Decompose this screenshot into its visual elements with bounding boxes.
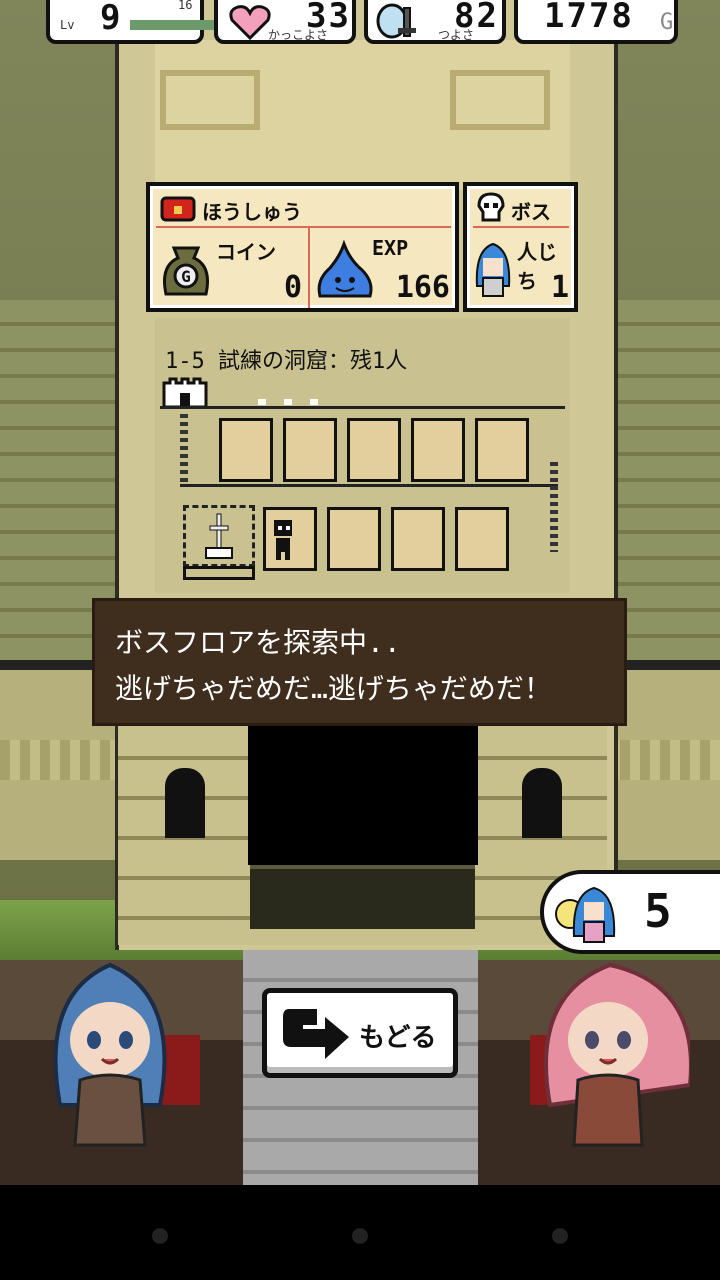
tower-doorway: [248, 725, 478, 865]
back-button[interactable]: もどる: [262, 988, 458, 1078]
level-next: 16: [178, 0, 193, 12]
coin-bag-icon: G: [163, 246, 209, 296]
svg-text:G: G: [181, 267, 191, 286]
meander-ornament-left: [160, 70, 260, 130]
map-middle-line: [180, 484, 558, 487]
room-cell: [411, 418, 465, 482]
level-progress-fill: [130, 20, 224, 30]
map-ladder-left: [180, 414, 188, 484]
nav-recent-icon[interactable]: [552, 1228, 568, 1244]
message-box: ボスフロアを探索中.. 逃げちゃだめだ…逃げちゃだめだ！: [92, 598, 627, 726]
boss-panel: ボス 人じち 1: [463, 182, 578, 312]
level-value: 9: [100, 0, 123, 38]
charm-box: 33 かっこよさ: [214, 0, 356, 44]
back-button-label: もどる: [359, 1023, 437, 1053]
hostage-counter: 5: [540, 870, 720, 954]
room-cell: [455, 507, 509, 571]
exp-label: EXP: [372, 236, 409, 260]
door-step: [250, 865, 475, 929]
pink-hair-girl: [530, 962, 690, 1147]
level-box: Lv 9 16: [46, 0, 240, 44]
meander-ornament-right: [450, 70, 550, 130]
u-turn-arrow-icon: [283, 1009, 349, 1059]
power-label: つよさ: [438, 28, 475, 42]
blue-slime-icon: [317, 240, 373, 298]
reward-title: ほうしゅう: [202, 200, 302, 224]
room-cleared: [183, 505, 255, 567]
path-dot: [310, 399, 318, 405]
gold-unit: G: [660, 10, 674, 35]
tower-window-right: [522, 768, 562, 838]
coin-label: コイン: [216, 240, 276, 264]
tower-window-left: [165, 768, 205, 838]
treasure-chest-icon: [160, 196, 196, 222]
gold-box: 1778 G: [514, 0, 678, 44]
room-cell: [347, 418, 401, 482]
hostage-girl-icon: [555, 886, 616, 943]
message-line-1: ボスフロアを探索中..: [115, 626, 401, 659]
nav-back-icon[interactable]: [152, 1228, 168, 1244]
tombstone-sword-icon: [205, 513, 233, 559]
room-cell: [391, 507, 445, 571]
room-cell: [283, 418, 337, 482]
map-ladder-right: [550, 462, 558, 552]
room-base: [183, 566, 255, 580]
skull-icon: [477, 192, 505, 222]
charm-label: かっこよさ: [268, 28, 329, 42]
heart-icon: [229, 5, 271, 40]
blue-hair-girl: [53, 962, 200, 1147]
nav-home-icon[interactable]: [352, 1228, 368, 1244]
message-line-2: 逃げちゃだめだ…逃げちゃだめだ！: [115, 672, 552, 705]
power-box: 82 つよさ: [364, 0, 506, 44]
boss-title: ボス: [511, 200, 551, 224]
map-top-line: [160, 406, 565, 409]
room-cell: [327, 507, 381, 571]
hostage-counter-value: 5: [644, 884, 672, 938]
room-cell: [219, 418, 273, 482]
room-cell-current: [263, 507, 317, 571]
hostage-girl-icon: [475, 242, 511, 297]
room-cell: [475, 418, 529, 482]
hero-icon: [274, 520, 292, 560]
stage-label: 1-5 試練の洞窟：残1人: [165, 349, 408, 374]
gold-value: 1778: [544, 0, 634, 36]
exp-value: 166: [395, 270, 450, 305]
reward-panel: ほうしゅう G コイン 0 EXP 166: [146, 182, 459, 312]
path-dot: [258, 399, 266, 405]
sword-shield-icon: [376, 3, 416, 39]
level-prefix: Lv: [60, 18, 75, 32]
hostage-value: 1: [550, 270, 569, 305]
coin-value: 0: [283, 270, 302, 305]
castle-icon: [162, 377, 208, 409]
path-dot: [284, 399, 292, 405]
